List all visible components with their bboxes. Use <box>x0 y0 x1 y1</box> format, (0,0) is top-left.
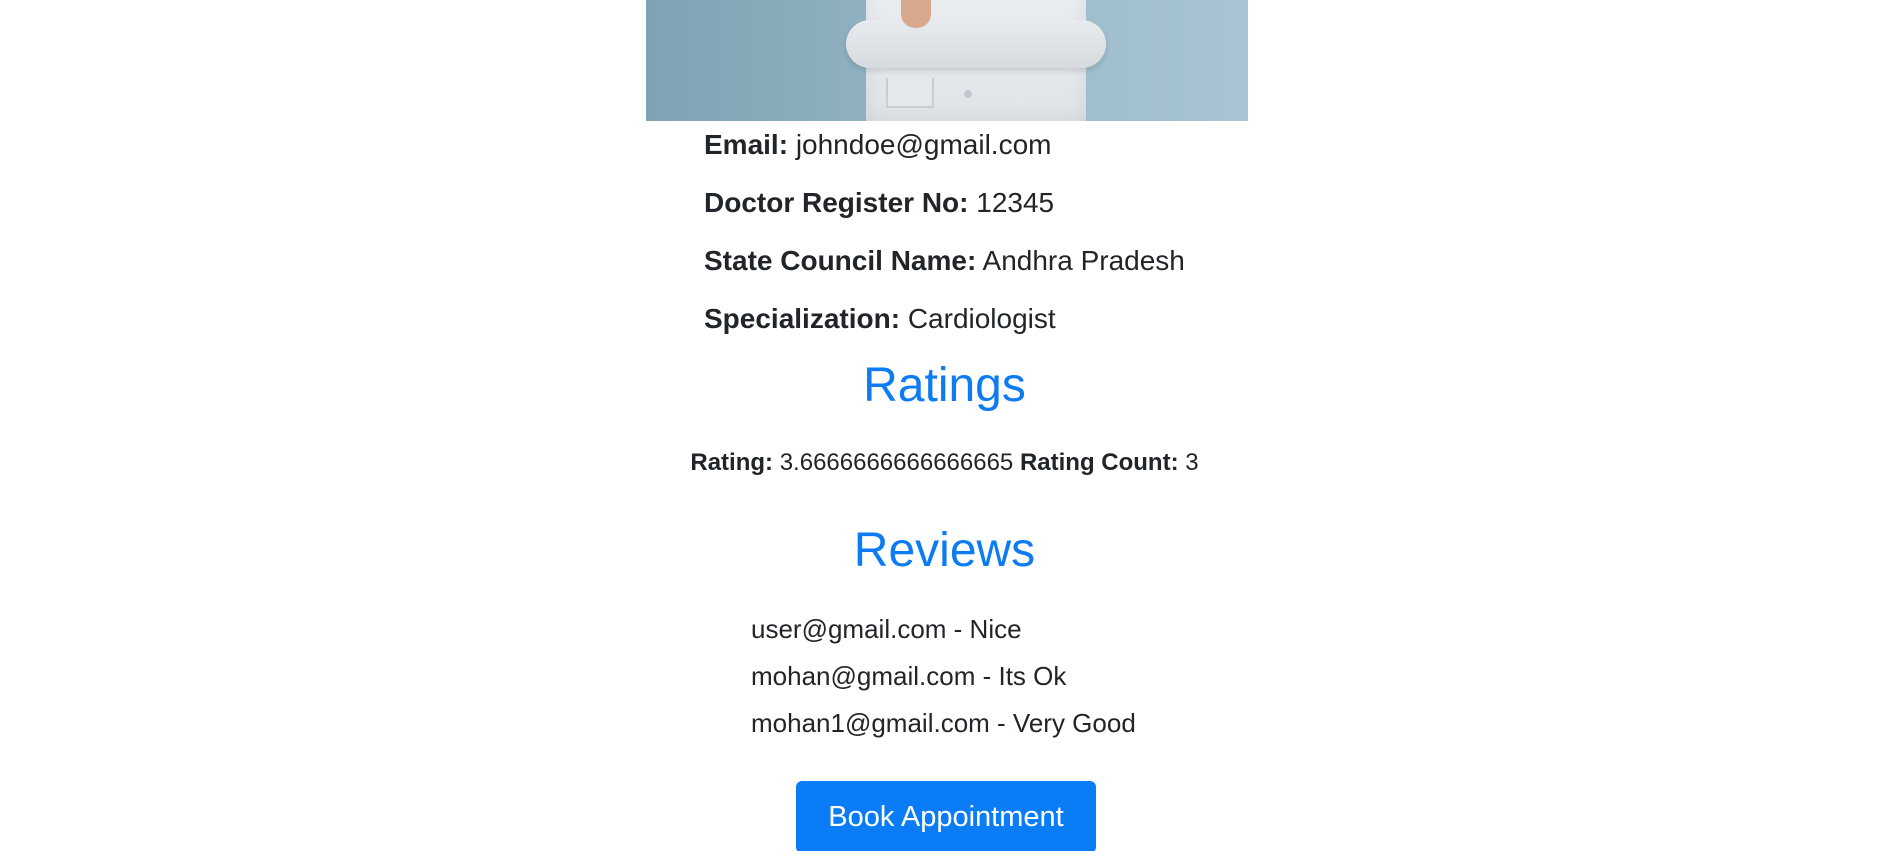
specialization-label: Specialization: <box>704 303 901 334</box>
specialization-value: Cardiologist <box>907 303 1056 334</box>
rating-label: Rating: <box>690 449 774 476</box>
doctor-photo <box>646 0 1248 121</box>
email-row: Email: johndoe@gmail.com <box>704 128 1051 162</box>
review-item: mohan1@gmail.com - Very Good <box>751 708 1136 738</box>
register-row: Doctor Register No: 12345 <box>704 186 1054 220</box>
reviews-heading: Reviews <box>853 524 1036 577</box>
council-label: State Council Name: <box>704 245 977 276</box>
email-label: Email: <box>704 129 789 160</box>
council-value: Andhra Pradesh <box>982 245 1185 276</box>
rating-summary: Rating: 3.6666666666666665 Rating Count:… <box>0 447 1889 479</box>
book-appointment-button[interactable]: Book Appointment <box>796 781 1096 851</box>
review-item: user@gmail.com - Nice <box>751 614 1022 644</box>
doctor-profile-page: Email: johndoe@gmail.com Doctor Register… <box>0 0 1889 851</box>
hand-image <box>901 0 931 28</box>
register-value: 12345 <box>976 187 1055 218</box>
rating-value: 3.6666666666666665 <box>779 449 1014 476</box>
coat-pocket-image <box>886 78 934 108</box>
council-row: State Council Name: Andhra Pradesh <box>704 244 1185 278</box>
rating-count-label: Rating Count: <box>1019 449 1179 476</box>
register-label: Doctor Register No: <box>704 187 969 218</box>
ratings-heading: Ratings <box>863 359 1026 412</box>
specialization-row: Specialization: Cardiologist <box>704 302 1056 336</box>
review-item: mohan@gmail.com - Its Ok <box>751 661 1067 691</box>
email-value: johndoe@gmail.com <box>795 129 1052 160</box>
crossed-arms-image <box>846 20 1106 68</box>
coat-button-image <box>964 90 972 98</box>
rating-count-value: 3 <box>1185 449 1199 476</box>
